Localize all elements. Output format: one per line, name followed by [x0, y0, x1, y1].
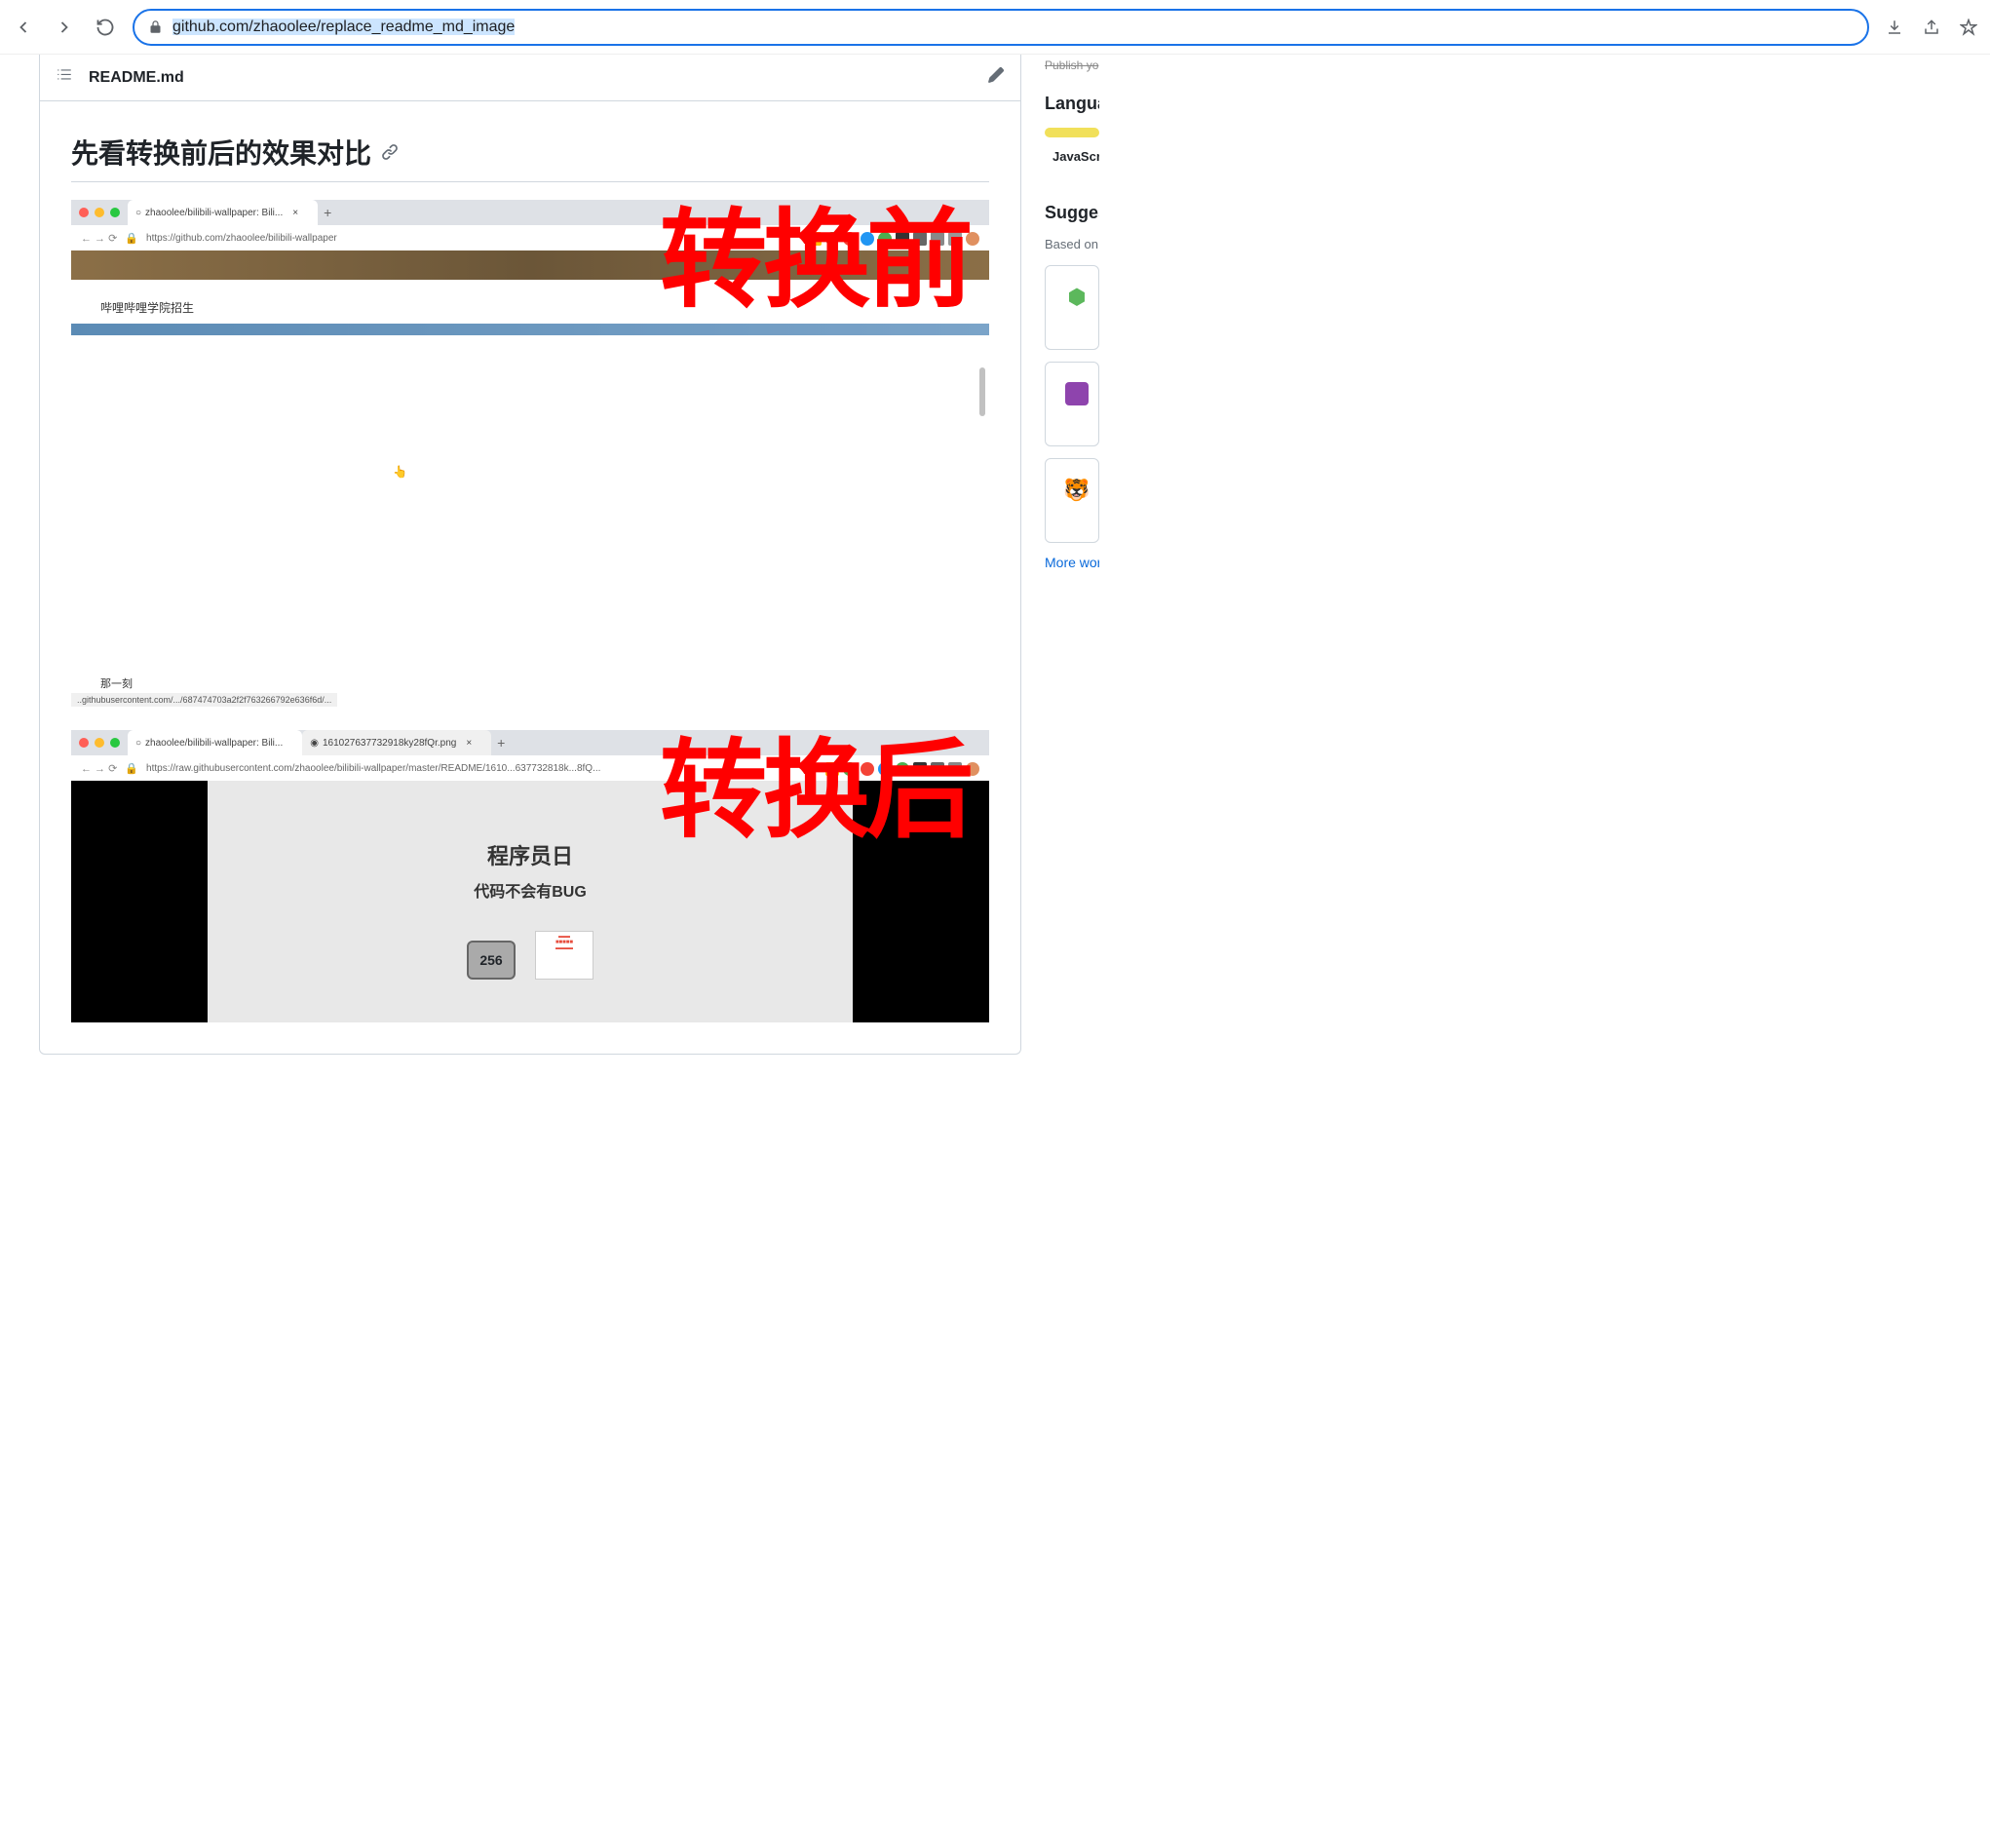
workflow-card[interactable]: ⬢ N B np — [1045, 265, 1099, 350]
workflow-card[interactable]: 🐯 G B gi — [1045, 458, 1099, 543]
traffic-light-yellow — [95, 208, 104, 217]
embedded-scrollbar — [979, 367, 985, 416]
download-icon[interactable] — [1883, 16, 1906, 39]
embedded-bottom-text: 那一刻 — [100, 675, 133, 691]
more-workflows-link[interactable]: More work — [1045, 555, 1099, 570]
traffic-light-red — [79, 738, 89, 748]
languages-section: Languages JavaScript — [1045, 78, 1099, 164]
star-icon[interactable] — [1957, 16, 1980, 39]
outline-toggle-icon[interactable] — [56, 66, 73, 89]
heading-text: 先看转换前后的效果对比 — [71, 133, 371, 172]
workflow-icon — [1061, 378, 1092, 409]
browser-toolbar: github.com/zhaoolee/replace_readme_md_im… — [0, 0, 1990, 55]
browser-back-button[interactable] — [10, 14, 37, 41]
before-overlay-label: 转换前 — [660, 208, 970, 315]
readme-header: README.md — [40, 55, 1020, 101]
edit-icon[interactable] — [987, 66, 1005, 89]
section-heading: 先看转换前后的效果对比 — [71, 133, 989, 182]
readme-container: README.md 先看转换前后的效果对比 — [39, 55, 1021, 1055]
after-image: ○ zhaoolee/bilibili-wallpaper: Bili... ◉… — [71, 730, 989, 1022]
embedded-tab-2: ◉ 161027637732918ky28fQr.png × — [302, 730, 491, 755]
workflow-icon: 🐯 — [1061, 475, 1092, 506]
embedded-number-box: 256 — [467, 941, 516, 980]
after-overlay-label: 转换后 — [660, 738, 970, 845]
embedded-tab-1: ○ zhaoolee/bilibili-wallpaper: Bili... — [128, 730, 302, 755]
traffic-light-red — [79, 208, 89, 217]
traffic-light-green — [110, 208, 120, 217]
languages-heading: Languages — [1045, 94, 1099, 114]
workflow-card[interactable]: D R yo — [1045, 362, 1099, 446]
url-text: github.com/zhaoolee/replace_readme_md_im… — [172, 19, 1854, 36]
language-item[interactable]: JavaScript — [1045, 149, 1099, 164]
traffic-light-yellow — [95, 738, 104, 748]
suggested-section: Suggested Based on y ⬢ N B np D R yo 🐯 — [1045, 187, 1099, 570]
readme-filename: README.md — [89, 69, 184, 87]
readme-body: 先看转换前后的效果对比 ○ zhaoolee/b — [40, 101, 1020, 1054]
suggested-heading: Suggested — [1045, 203, 1099, 223]
publish-text: Publish yo — [1045, 55, 1099, 78]
share-icon[interactable] — [1920, 16, 1943, 39]
language-bar — [1045, 128, 1099, 137]
embedded-status-bar: ..githubusercontent.com/.../687474703a2f… — [71, 693, 337, 707]
browser-forward-button[interactable] — [51, 14, 78, 41]
workflow-icon: ⬢ — [1061, 282, 1092, 313]
language-name: JavaScript — [1052, 149, 1099, 164]
sidebar: Publish yo Languages JavaScript Suggeste… — [1021, 55, 1099, 1055]
embedded-browser-tab: ○ zhaoolee/bilibili-wallpaper: Bili... × — [128, 200, 318, 225]
traffic-light-green — [110, 738, 120, 748]
browser-reload-button[interactable] — [92, 14, 119, 41]
anchor-link-icon[interactable] — [381, 143, 399, 161]
embedded-subheading: 代码不会有BUG — [227, 878, 833, 902]
lock-icon — [148, 19, 163, 34]
browser-toolbar-right — [1883, 16, 1980, 39]
suggested-subtext: Based on y — [1045, 237, 1099, 251]
before-image: ○ zhaoolee/bilibili-wallpaper: Bili... ×… — [71, 200, 989, 707]
address-bar[interactable]: github.com/zhaoolee/replace_readme_md_im… — [133, 9, 1869, 46]
cursor-icon: 👆 — [393, 465, 407, 479]
